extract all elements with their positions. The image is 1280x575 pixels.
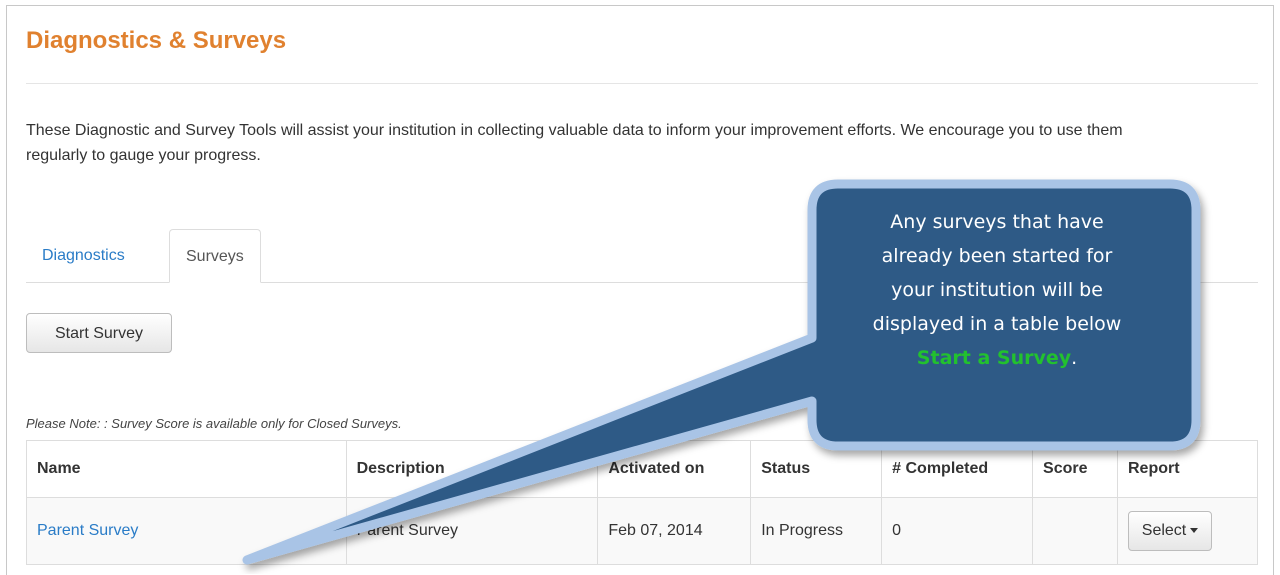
callout-line: displayed in a table below xyxy=(872,313,1122,335)
callout-line-last: Start a Survey. xyxy=(812,341,1182,375)
callout-line: already been started for xyxy=(881,245,1113,267)
callout-line: Any surveys that have xyxy=(890,211,1104,233)
callout-line: your institution will be xyxy=(891,279,1103,301)
callout-text: Any surveys that have already been start… xyxy=(812,205,1182,375)
callout-highlight: Start a Survey xyxy=(916,347,1072,369)
callout-suffix: . xyxy=(1071,347,1078,369)
